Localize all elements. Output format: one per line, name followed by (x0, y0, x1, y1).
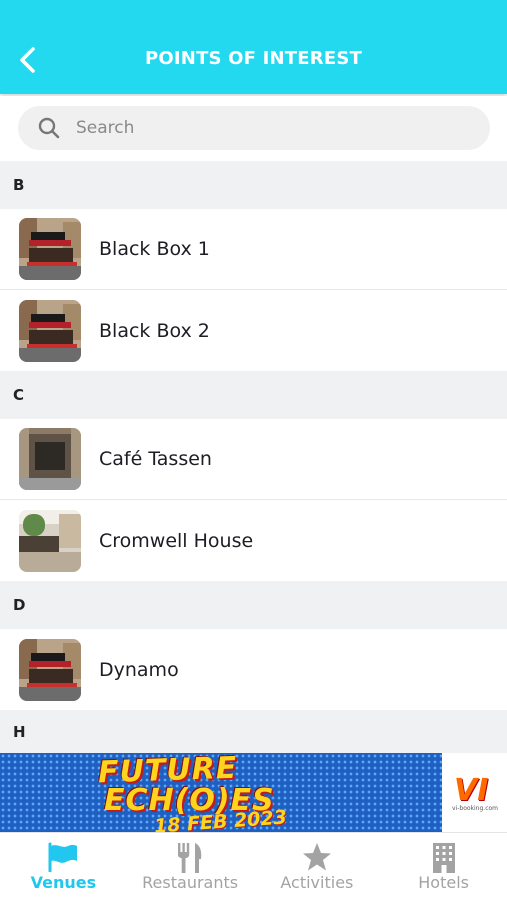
app-header: POINTS OF INTEREST (0, 0, 507, 94)
fork-knife-icon (127, 842, 254, 874)
tab-label: Hotels (418, 873, 469, 892)
list-item-cromwell-house[interactable]: Cromwell House (0, 500, 507, 581)
list-item-label: Dynamo (99, 658, 179, 681)
ad-banner[interactable]: FUTURE ECH(O)ES 18 FEB 2023 VI vi-bookin… (0, 753, 507, 832)
section-header-h: H (0, 710, 507, 754)
tab-restaurants[interactable]: Restaurants (127, 833, 254, 900)
building-icon (380, 842, 507, 874)
tab-venues[interactable]: Venues (0, 833, 127, 900)
banner-sponsor: VI vi-booking.com (442, 753, 507, 832)
venue-thumbnail (19, 428, 81, 490)
search-bar (0, 96, 507, 160)
list-item-label: Café Tassen (99, 448, 212, 470)
list-item-cafe-tassen[interactable]: Café Tassen (0, 419, 507, 500)
tab-label: Restaurants (142, 873, 239, 892)
list-item-label: Black Box 1 (99, 238, 210, 260)
banner-artwork: FUTURE ECH(O)ES 18 FEB 2023 (0, 753, 442, 832)
list-item-black-box-2[interactable]: Black Box 2 (0, 290, 507, 371)
poi-list: B Black Box 1 Black Box 2 C Café Tassen … (0, 161, 507, 754)
page-title: POINTS OF INTEREST (145, 48, 362, 69)
sponsor-url: vi-booking.com (452, 805, 499, 812)
venue-thumbnail (19, 509, 81, 572)
list-item-dynamo[interactable]: Dynamo (0, 629, 507, 710)
bottom-tab-bar: Venues Restaurants Activities Hotels (0, 832, 507, 900)
list-item-label: Cromwell House (99, 529, 254, 552)
venue-thumbnail (19, 299, 81, 362)
tab-label: Venues (30, 873, 97, 892)
search-icon (38, 117, 60, 139)
star-icon (254, 842, 381, 874)
tab-label: Activities (280, 873, 354, 892)
section-header-b: B (0, 161, 507, 209)
sponsor-logo-text: VI (454, 773, 489, 808)
venue-thumbnail (19, 218, 81, 280)
tab-hotels[interactable]: Hotels (380, 833, 507, 900)
search-input[interactable] (76, 106, 476, 150)
venue-thumbnail (19, 638, 81, 701)
section-header-d: D (0, 581, 507, 629)
section-header-c: C (0, 371, 507, 419)
search-field[interactable] (18, 106, 490, 150)
list-item-label: Black Box 2 (99, 319, 210, 342)
flag-icon (0, 842, 127, 874)
tab-activities[interactable]: Activities (254, 833, 381, 900)
list-item-black-box-1[interactable]: Black Box 1 (0, 209, 507, 290)
